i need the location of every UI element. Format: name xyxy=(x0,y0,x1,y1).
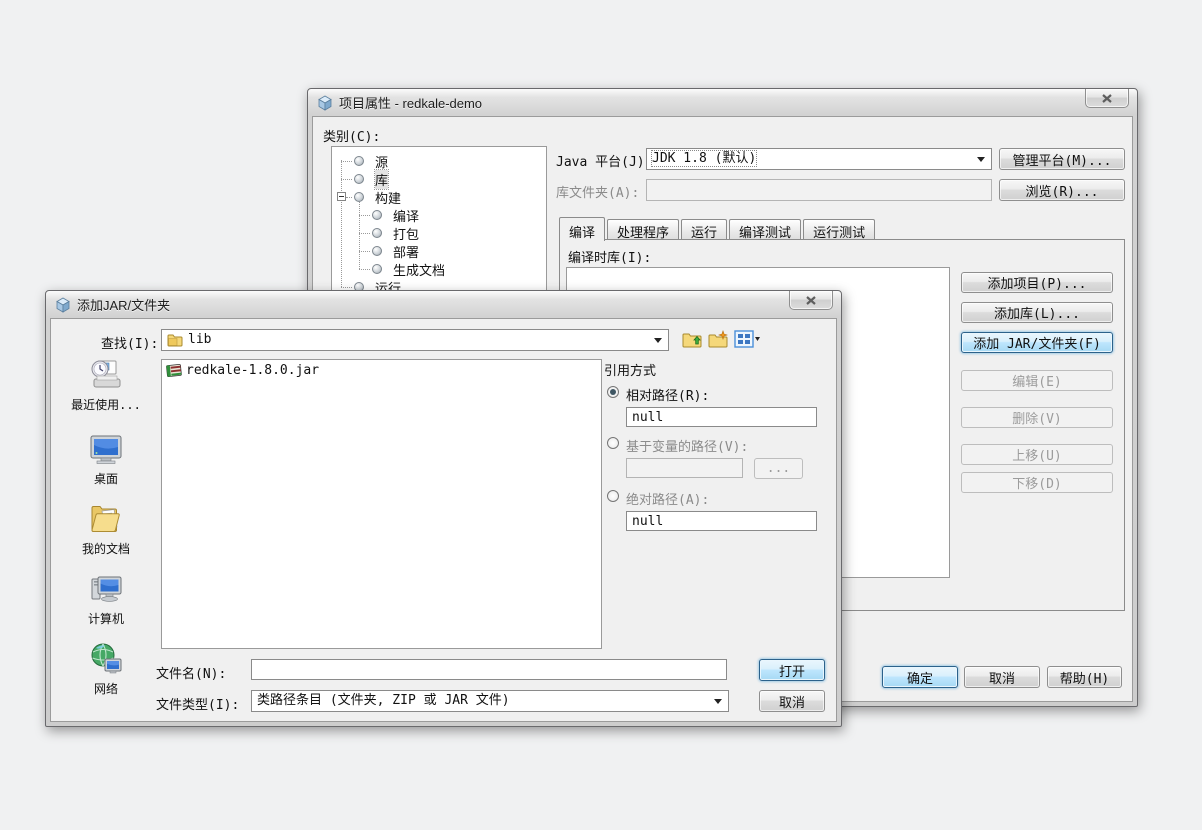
file-type-select[interactable]: 类路径条目 (文件夹, ZIP 或 JAR 文件) xyxy=(251,690,729,712)
add-jar-folder-titlebar[interactable]: 添加JAR/文件夹 xyxy=(46,291,841,318)
close-icon xyxy=(1101,94,1113,103)
look-in-label: 查找(I): xyxy=(101,333,158,352)
tab-compile-tests[interactable]: 编译测试 xyxy=(729,219,801,240)
place-network[interactable]: 网络 xyxy=(60,641,152,697)
look-in-select[interactable]: lib xyxy=(161,329,669,351)
computer-icon xyxy=(88,571,124,607)
move-up-button[interactable]: 上移(U) xyxy=(961,444,1113,465)
add-jar-folder-button[interactable]: 添加 JAR/文件夹(F) xyxy=(961,332,1113,353)
tree-item-build[interactable]: 构建 xyxy=(332,188,544,206)
file-list[interactable]: redkale-1.8.0.jar xyxy=(161,359,602,649)
absolute-path-label: 绝对路径(A): xyxy=(626,489,709,508)
edit-button[interactable]: 编辑(E) xyxy=(961,370,1113,391)
add-project-button[interactable]: 添加项目(P)... xyxy=(961,272,1113,293)
variable-path-label: 基于变量的路径(V): xyxy=(626,436,748,455)
file-type-label: 文件类型(I): xyxy=(156,694,239,713)
node-icon xyxy=(372,210,382,220)
my-documents-icon xyxy=(88,501,124,537)
tab-compile[interactable]: 编译 xyxy=(559,217,605,241)
desktop-icon xyxy=(88,431,124,467)
ok-button[interactable]: 确定 xyxy=(882,666,958,688)
absolute-path-field[interactable]: null xyxy=(626,511,817,531)
cancel-button[interactable]: 取消 xyxy=(964,666,1040,688)
collapse-icon[interactable] xyxy=(337,192,346,201)
libraries-folder-label: 库文件夹(A): xyxy=(556,182,639,201)
relative-path-radio[interactable] xyxy=(607,386,619,398)
file-row-redkale-jar[interactable]: redkale-1.8.0.jar xyxy=(166,363,319,378)
reference-as-title: 引用方式 xyxy=(604,360,656,379)
variable-path-radio[interactable] xyxy=(607,437,619,449)
tree-item-deploy[interactable]: 部署 xyxy=(332,242,544,260)
netbeans-cube-icon xyxy=(55,297,71,313)
relative-path-field[interactable]: null xyxy=(626,407,817,427)
java-platform-label: Java 平台(J): xyxy=(556,151,652,170)
node-icon xyxy=(372,228,382,238)
tree-item-sources[interactable]: 源 xyxy=(332,152,544,170)
open-button[interactable]: 打开 xyxy=(759,659,825,681)
add-jar-folder-title: 添加JAR/文件夹 xyxy=(77,295,170,314)
browse-button[interactable]: 浏览(R)... xyxy=(999,179,1125,201)
up-one-level-button[interactable] xyxy=(682,330,703,349)
selected-tree-label: 库 xyxy=(375,170,388,189)
category-label: 类别(C): xyxy=(323,126,380,145)
variable-path-more-button[interactable]: ... xyxy=(754,458,803,479)
variable-path-field[interactable] xyxy=(626,458,743,478)
tree-item-compile[interactable]: 编译 xyxy=(332,206,544,224)
add-jar-folder-dialog: 添加JAR/文件夹 查找(I): lib xyxy=(45,290,842,727)
relative-path-label: 相对路径(R): xyxy=(626,385,709,404)
node-icon xyxy=(354,156,364,166)
chevron-down-icon xyxy=(714,699,722,708)
node-icon xyxy=(372,246,382,256)
node-icon xyxy=(354,192,364,202)
absolute-path-radio[interactable] xyxy=(607,490,619,502)
java-platform-select[interactable]: JDK 1.8 (默认) xyxy=(646,148,992,170)
help-button[interactable]: 帮助(H) xyxy=(1047,666,1122,688)
compile-time-libraries-label: 编译时库(I): xyxy=(568,247,651,266)
libraries-folder-field[interactable] xyxy=(646,179,992,201)
file-name: redkale-1.8.0.jar xyxy=(186,363,319,378)
tree-item-packaging[interactable]: 打包 xyxy=(332,224,544,242)
node-icon xyxy=(372,264,382,274)
file-name-label: 文件名(N): xyxy=(156,663,226,682)
place-my-documents[interactable]: 我的文档 xyxy=(60,501,152,557)
netbeans-cube-icon xyxy=(317,95,333,111)
cancel-button[interactable]: 取消 xyxy=(759,690,825,712)
tab-run-tests[interactable]: 运行测试 xyxy=(803,219,875,240)
chevron-down-icon xyxy=(654,338,662,347)
recent-files-icon xyxy=(88,357,124,393)
add-library-button[interactable]: 添加库(L)... xyxy=(961,302,1113,323)
chevron-down-icon xyxy=(977,157,985,166)
place-recent-files[interactable]: 最近使用... xyxy=(60,357,152,413)
place-desktop[interactable]: 桌面 xyxy=(60,431,152,487)
close-button[interactable] xyxy=(1085,89,1129,108)
remove-button[interactable]: 删除(V) xyxy=(961,407,1113,428)
place-computer[interactable]: 计算机 xyxy=(60,571,152,627)
folder-icon xyxy=(167,333,183,347)
project-properties-title: 项目属性 - redkale-demo xyxy=(339,93,482,112)
network-icon xyxy=(88,641,124,677)
jar-file-icon xyxy=(166,363,182,378)
manage-platforms-button[interactable]: 管理平台(M)... xyxy=(999,148,1125,170)
move-down-button[interactable]: 下移(D) xyxy=(961,472,1113,493)
tree-item-libraries[interactable]: 库 xyxy=(332,170,544,188)
close-button[interactable] xyxy=(789,291,833,310)
node-icon xyxy=(354,174,364,184)
tab-processor[interactable]: 处理程序 xyxy=(607,219,679,240)
view-menu-button[interactable] xyxy=(734,330,761,348)
project-properties-titlebar[interactable]: 项目属性 - redkale-demo xyxy=(308,89,1137,116)
new-folder-button[interactable] xyxy=(708,330,729,349)
tree-item-documenting[interactable]: 生成文档 xyxy=(332,260,544,278)
close-icon xyxy=(805,296,817,305)
add-jar-folder-body: 查找(I): lib 最近使用... 桌面 xyxy=(50,318,837,722)
file-name-field[interactable] xyxy=(251,659,727,680)
tab-run[interactable]: 运行 xyxy=(681,219,727,240)
